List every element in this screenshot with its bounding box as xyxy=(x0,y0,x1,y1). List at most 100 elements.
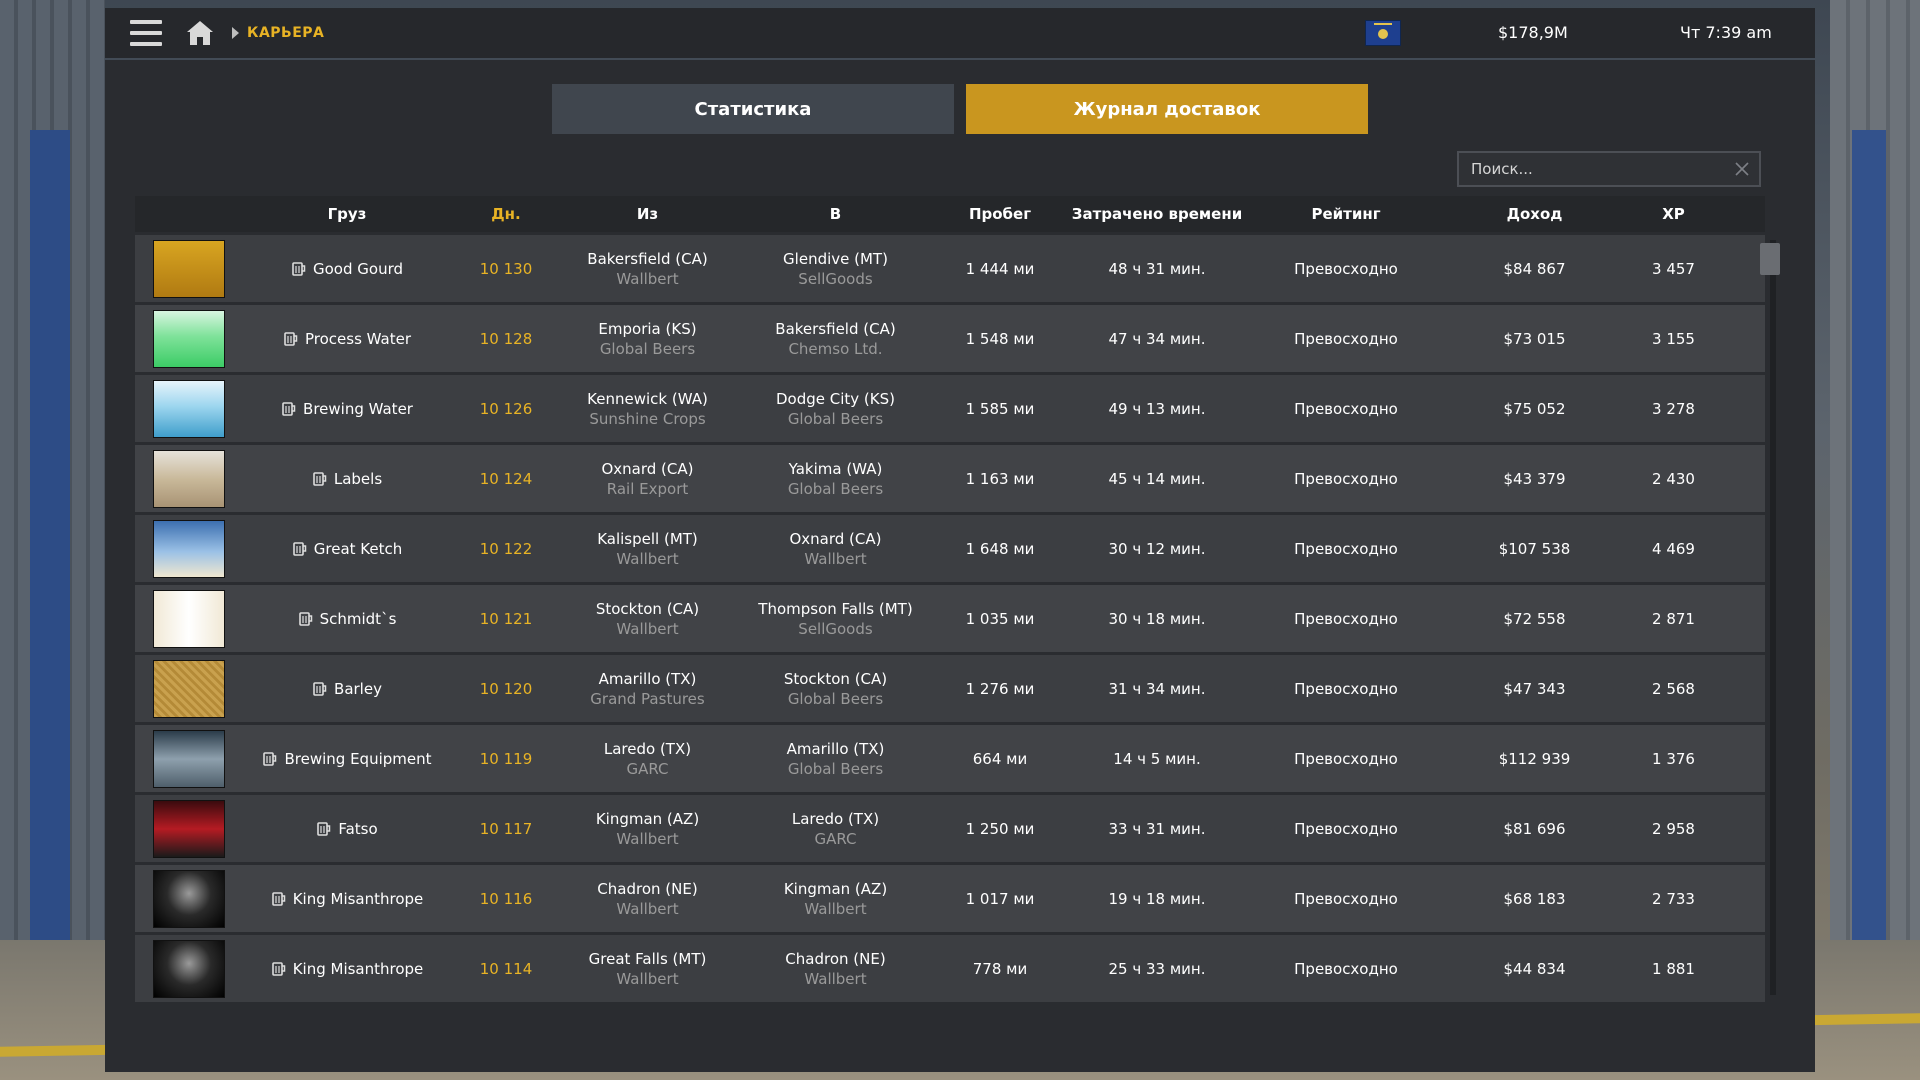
header-from[interactable]: Из xyxy=(553,205,742,223)
beer-mug-icon xyxy=(282,401,296,416)
time-cell: 30 ч 12 мин. xyxy=(1108,539,1206,558)
table-row[interactable]: Barley 10 120 Amarillo (TX) Grand Pastur… xyxy=(135,655,1765,722)
cargo-cell: King Misanthrope xyxy=(235,960,459,978)
table-row[interactable]: Brewing Water 10 126 Kennewick (WA) Suns… xyxy=(135,375,1765,442)
beer-mug-icon xyxy=(263,751,277,766)
table-row[interactable]: King Misanthrope 10 116 Chadron (NE) Wal… xyxy=(135,865,1765,932)
table-row[interactable]: Fatso 10 117 Kingman (AZ) Wallbert Lared… xyxy=(135,795,1765,862)
cargo-image-cell xyxy=(135,239,235,298)
to-city: Dodge City (KS) xyxy=(776,389,895,408)
from-city: Chadron (NE) xyxy=(597,879,698,898)
distance-cell: 1 444 ми xyxy=(965,259,1035,278)
distance-cell: 1 548 ми xyxy=(965,329,1035,348)
to-company: Wallbert xyxy=(804,969,867,988)
to-cell: Dodge City (KS) Global Beers xyxy=(742,390,929,428)
table-row[interactable]: Schmidt`s 10 121 Stockton (CA) Wallbert … xyxy=(135,585,1765,652)
cargo-name: Brewing Equipment xyxy=(284,749,432,768)
cargo-name: Barley xyxy=(334,679,382,698)
header-cargo[interactable]: Груз xyxy=(235,205,459,223)
day-cell: 10 114 xyxy=(479,959,533,978)
day-cell: 10 126 xyxy=(479,399,533,418)
cargo-thumbnail-king-misanthrope xyxy=(153,869,225,928)
from-cell: Great Falls (MT) Wallbert xyxy=(553,950,742,988)
beer-mug-icon xyxy=(313,681,327,696)
rating-cell: Превосходно xyxy=(1294,539,1398,558)
cargo-thumbnail-barley xyxy=(153,659,225,718)
table-row[interactable]: Good Gourd 10 130 Bakersfield (CA) Wallb… xyxy=(135,235,1765,302)
cargo-name: Process Water xyxy=(304,329,411,348)
day-cell: 10 124 xyxy=(479,469,533,488)
cargo-name: Great Ketch xyxy=(313,539,403,558)
tab-bar: Статистика Журнал доставок xyxy=(552,84,1368,134)
xp-cell: 2 871 xyxy=(1652,609,1695,628)
from-cell: Stockton (CA) Wallbert xyxy=(553,600,742,638)
cargo-thumbnail-labels xyxy=(153,449,225,508)
header-time-spent[interactable]: Затрачено времени xyxy=(1071,205,1243,223)
table-row[interactable]: Great Ketch 10 122 Kalispell (MT) Wallbe… xyxy=(135,515,1765,582)
rating-cell: Превосходно xyxy=(1294,889,1398,908)
from-company: Wallbert xyxy=(616,829,679,848)
from-cell: Amarillo (TX) Grand Pastures xyxy=(553,670,742,708)
to-company: Wallbert xyxy=(804,899,867,918)
cargo-cell: Brewing Water xyxy=(235,400,459,418)
cargo-name: King Misanthrope xyxy=(292,889,424,908)
from-city: Laredo (TX) xyxy=(603,739,692,758)
cargo-thumbnail-great-ketch xyxy=(153,519,225,578)
rating-cell: Превосходно xyxy=(1294,469,1398,488)
to-cell: Laredo (TX) GARC xyxy=(742,810,929,848)
from-company: Grand Pastures xyxy=(590,689,705,708)
cargo-name: Brewing Water xyxy=(303,399,413,418)
header-day[interactable]: Дн. xyxy=(459,205,553,223)
cargo-cell: King Misanthrope xyxy=(235,890,459,908)
to-cell: Thompson Falls (MT) SellGoods xyxy=(742,600,929,638)
cargo-image-cell xyxy=(135,379,235,438)
table-row[interactable]: Process Water 10 128 Emporia (KS) Global… xyxy=(135,305,1765,372)
to-city: Glendive (MT) xyxy=(783,249,888,268)
tab-delivery-log[interactable]: Журнал доставок xyxy=(966,84,1368,134)
to-city: Laredo (TX) xyxy=(791,809,880,828)
tab-statistics[interactable]: Статистика xyxy=(552,84,954,134)
cargo-image-cell xyxy=(135,799,235,858)
header-income[interactable]: Доход xyxy=(1449,205,1620,223)
table-row[interactable]: Brewing Equipment 10 119 Laredo (TX) GAR… xyxy=(135,725,1765,792)
to-company: Global Beers xyxy=(787,479,884,498)
day-cell: 10 120 xyxy=(479,679,533,698)
cargo-cell: Labels xyxy=(235,470,459,488)
from-company: Wallbert xyxy=(616,269,679,288)
cargo-thumbnail-fatso xyxy=(153,799,225,858)
home-icon[interactable] xyxy=(186,20,214,46)
header-rating[interactable]: Рейтинг xyxy=(1243,205,1449,223)
beer-mug-icon xyxy=(292,541,306,556)
menu-icon[interactable] xyxy=(130,20,162,46)
to-cell: Oxnard (CA) Wallbert xyxy=(742,530,929,568)
scrollbar-thumb[interactable] xyxy=(1760,243,1780,275)
table-row[interactable]: Labels 10 124 Oxnard (CA) Rail Export Ya… xyxy=(135,445,1765,512)
header-xp[interactable]: XP xyxy=(1620,205,1727,223)
scrollbar-track[interactable] xyxy=(1770,240,1776,995)
income-cell: $84 867 xyxy=(1503,259,1566,278)
to-company: Wallbert xyxy=(804,549,867,568)
search-input[interactable] xyxy=(1469,159,1723,179)
cargo-cell: Barley xyxy=(235,680,459,698)
rating-cell: Превосходно xyxy=(1294,609,1398,628)
day-cell: 10 130 xyxy=(479,259,533,278)
breadcrumb[interactable]: КАРЬЕРА xyxy=(247,25,324,41)
top-bar: КАРЬЕРА $178,9M Чт 7:39 am xyxy=(105,8,1815,58)
income-cell: $44 834 xyxy=(1503,959,1566,978)
income-cell: $81 696 xyxy=(1503,819,1566,838)
cargo-name: Labels xyxy=(333,469,383,488)
xp-cell: 2 430 xyxy=(1652,469,1695,488)
beer-mug-icon xyxy=(271,891,285,906)
income-cell: $72 558 xyxy=(1503,609,1566,628)
header-to[interactable]: В xyxy=(742,205,929,223)
cargo-cell: Good Gourd xyxy=(235,260,459,278)
close-icon[interactable] xyxy=(1733,160,1751,178)
day-cell: 10 116 xyxy=(479,889,533,908)
beer-mug-icon xyxy=(284,331,298,346)
distance-cell: 778 ми xyxy=(972,959,1028,978)
to-cell: Chadron (NE) Wallbert xyxy=(742,950,929,988)
distance-cell: 1 585 ми xyxy=(965,399,1035,418)
table-row[interactable]: King Misanthrope 10 114 Great Falls (MT)… xyxy=(135,935,1765,1002)
cargo-image-cell xyxy=(135,589,235,648)
header-distance[interactable]: Пробег xyxy=(929,205,1071,223)
